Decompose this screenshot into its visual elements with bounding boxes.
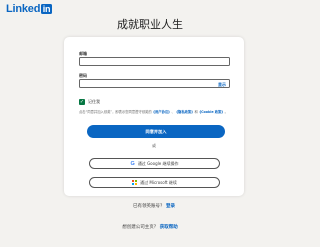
company-page-prompt: 想创建公司主页？ 获取帮助: [0, 224, 300, 230]
signup-card: 邮箱 密码 显示 ✓ 记住我 点击“同意并加入领英”，即表示您同意遵守领英的《用…: [64, 37, 244, 209]
microsoft-icon: [132, 180, 138, 185]
company-prompt-text: 想创建公司主页？: [122, 225, 159, 230]
email-field[interactable]: [79, 57, 230, 66]
cookie-policy-link[interactable]: 《Cookie 政策》: [198, 110, 225, 114]
google-signin-button[interactable]: G 通过 Google 继续操作: [89, 158, 220, 169]
signin-prompt: 已有领英账号？ 登录: [64, 203, 244, 209]
microsoft-signin-button[interactable]: 通过 Microsoft 继续: [89, 177, 220, 188]
remember-me[interactable]: ✓ 记住我: [79, 99, 100, 105]
google-button-label: 通过 Google 继续操作: [137, 160, 179, 166]
linkedin-logo[interactable]: Linked in: [6, 3, 52, 15]
get-help-link[interactable]: 获取帮助: [160, 225, 178, 230]
signin-link[interactable]: 登录: [166, 204, 175, 209]
password-field[interactable]: 显示: [79, 79, 230, 88]
logo-in-box: in: [41, 4, 52, 14]
or-divider: 或: [152, 143, 156, 148]
legal-prefix: 点击“同意并加入领英”，即表示您同意遵守领英的: [79, 110, 152, 114]
google-icon: G: [130, 160, 135, 167]
agree-join-button[interactable]: 同意并加入: [87, 125, 225, 138]
legal-text: 点击“同意并加入领英”，即表示您同意遵守领英的《用户协议》、《隐私政策》和《Co…: [79, 110, 234, 115]
remember-checkbox[interactable]: ✓: [79, 99, 85, 105]
legal-suffix: 。: [224, 110, 228, 114]
checkmark-icon: ✓: [79, 99, 85, 105]
page-headline: 成就职业人生: [117, 18, 183, 31]
privacy-policy-link[interactable]: 《隐私政策》: [175, 110, 195, 114]
signin-prompt-text: 已有领英账号？: [133, 204, 165, 209]
microsoft-button-label: 通过 Microsoft 继续: [140, 179, 177, 185]
user-agreement-link[interactable]: 《用户协议》: [152, 110, 172, 114]
logo-word: Linked: [6, 3, 41, 15]
show-password-button[interactable]: 显示: [218, 82, 226, 88]
remember-label: 记住我: [88, 99, 100, 104]
